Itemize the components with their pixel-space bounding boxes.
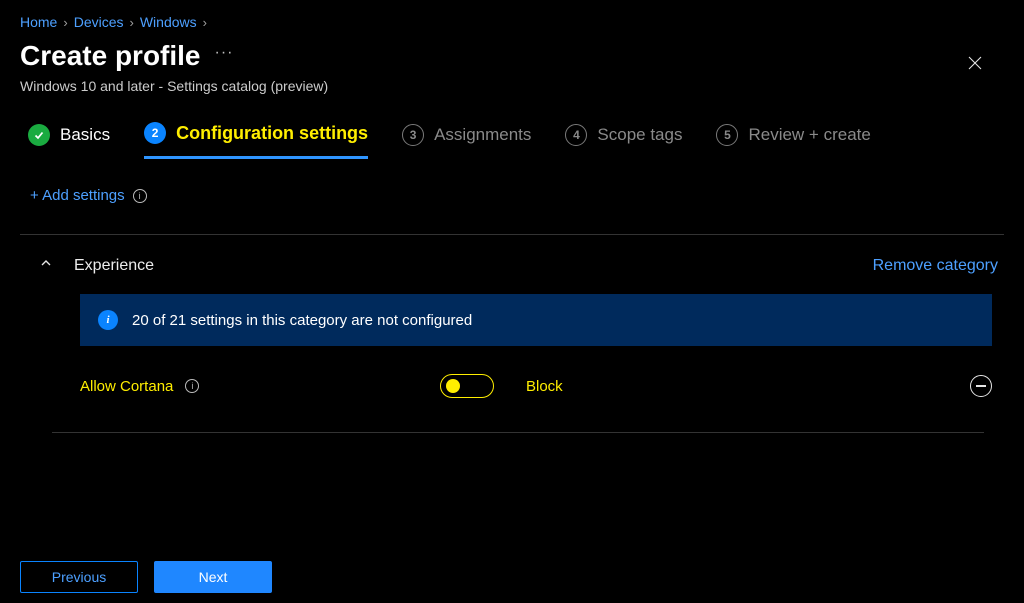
toggle-knob-icon: [446, 379, 460, 393]
step-label: Assignments: [434, 125, 531, 145]
step-scope-tags[interactable]: 4 Scope tags: [565, 124, 682, 158]
breadcrumb-link-devices[interactable]: Devices: [74, 14, 124, 30]
chevron-up-icon: [38, 255, 54, 271]
category-header-left: Experience: [38, 255, 154, 276]
info-banner: i 20 of 21 settings in this category are…: [80, 294, 992, 346]
setting-name-text: Allow Cortana: [80, 378, 173, 395]
info-message: 20 of 21 settings in this category are n…: [132, 312, 472, 329]
category-title: Experience: [74, 257, 154, 275]
wizard-steps: Basics 2 Configuration settings 3 Assign…: [0, 100, 1024, 159]
chevron-right-icon: ›: [203, 15, 207, 30]
step-number-icon: 2: [144, 122, 166, 144]
step-basics[interactable]: Basics: [28, 124, 110, 158]
breadcrumb-link-home[interactable]: Home: [20, 14, 57, 30]
close-icon: [966, 54, 984, 72]
minus-circle-icon: [970, 375, 992, 397]
step-assignments[interactable]: 3 Assignments: [402, 124, 531, 158]
breadcrumb-link-windows[interactable]: Windows: [140, 14, 197, 30]
divider: [20, 234, 1004, 235]
step-number-icon: 4: [565, 124, 587, 146]
content-area: + Add settings i Experience Remove categ…: [0, 159, 1024, 433]
next-button[interactable]: Next: [154, 561, 272, 593]
divider: [52, 432, 984, 433]
step-review-create[interactable]: 5 Review + create: [716, 124, 870, 158]
step-number-icon: 5: [716, 124, 738, 146]
header-left: Create profile ··· Windows 10 and later …: [20, 40, 328, 94]
remove-category-button[interactable]: Remove category: [873, 257, 998, 275]
breadcrumb: Home › Devices › Windows ›: [0, 0, 1024, 30]
info-icon[interactable]: i: [185, 379, 199, 393]
step-label: Basics: [60, 125, 110, 145]
title-row: Create profile ···: [20, 40, 328, 72]
chevron-right-icon: ›: [130, 15, 134, 30]
setting-name: Allow Cortana i: [80, 378, 420, 395]
page-subtitle: Windows 10 and later - Settings catalog …: [20, 78, 328, 94]
category-header: Experience Remove category: [20, 251, 1004, 294]
info-icon: i: [98, 310, 118, 330]
add-settings-label: + Add settings: [30, 187, 125, 204]
page-header: Create profile ··· Windows 10 and later …: [0, 30, 1024, 100]
collapse-category-button[interactable]: [38, 255, 54, 276]
checkmark-icon: [28, 124, 50, 146]
step-configuration-settings[interactable]: 2 Configuration settings: [144, 122, 368, 159]
step-label: Scope tags: [597, 125, 682, 145]
setting-row-allow-cortana: Allow Cortana i Block: [20, 346, 1004, 426]
info-icon[interactable]: i: [133, 189, 147, 203]
page-title: Create profile: [20, 40, 201, 72]
minus-icon: [976, 385, 986, 387]
step-number-icon: 3: [402, 124, 424, 146]
add-settings-button[interactable]: + Add settings i: [30, 187, 147, 204]
remove-setting-button[interactable]: [970, 375, 992, 397]
setting-toggle[interactable]: [440, 374, 494, 398]
previous-button[interactable]: Previous: [20, 561, 138, 593]
step-label: Configuration settings: [176, 123, 368, 144]
close-button[interactable]: [958, 46, 992, 85]
toggle-value-label: Block: [526, 378, 563, 395]
wizard-footer: Previous Next: [0, 561, 272, 603]
more-actions-button[interactable]: ···: [215, 44, 234, 68]
chevron-right-icon: ›: [63, 15, 67, 30]
step-label: Review + create: [748, 125, 870, 145]
